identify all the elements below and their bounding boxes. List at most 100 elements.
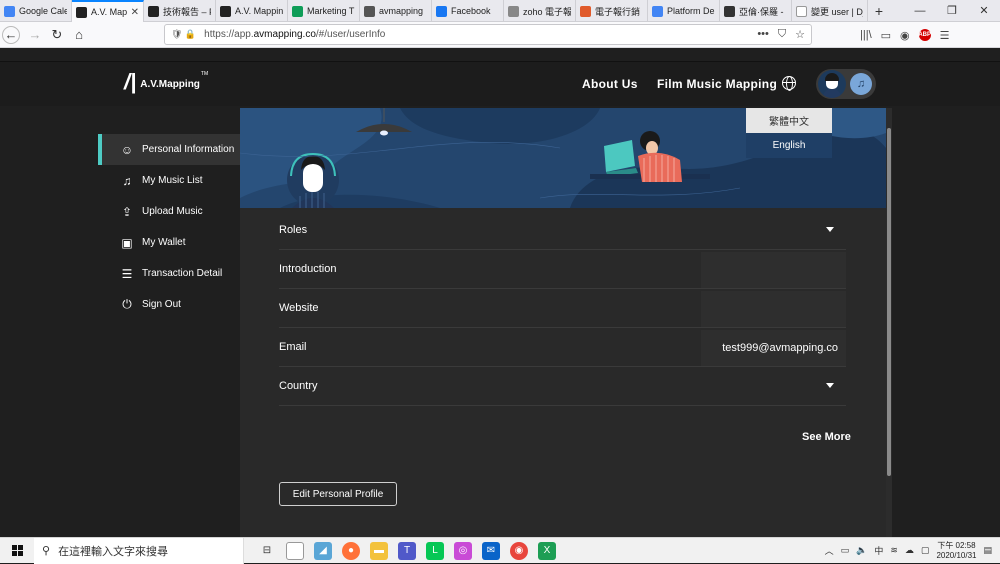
browser-tab[interactable]: 技術報告 – F xyxy=(144,0,216,22)
cloud-icon[interactable]: ☁ xyxy=(905,545,914,556)
user-menu-pill[interactable]: ♫ xyxy=(816,69,876,99)
chrome-icon[interactable]: ◉ xyxy=(510,541,528,560)
taskbar-search[interactable]: ⚲ 在這裡輸入文字來搜尋 xyxy=(34,537,244,564)
field-value-email[interactable]: test999@avmapping.co xyxy=(701,330,846,366)
field-label: Website xyxy=(279,302,319,314)
account-icon[interactable]: ◉ xyxy=(900,29,910,42)
list-icon: ☰ xyxy=(121,266,133,281)
pocket-icon[interactable]: ⛉ xyxy=(778,28,786,41)
adblock-icon[interactable]: ABP xyxy=(918,29,931,41)
bookmark-star-icon[interactable]: ☆ xyxy=(795,28,805,41)
url-text[interactable]: https://app.avmapping.co/#/user/userInfo xyxy=(204,29,385,40)
edit-profile-button[interactable]: Edit Personal Profile xyxy=(279,482,397,506)
chevron-up-icon[interactable]: ︿ xyxy=(825,544,834,557)
profile-row-country[interactable]: Country xyxy=(279,367,846,406)
minimize-icon[interactable]: — xyxy=(904,0,936,21)
browser-tab[interactable]: A.V. Mappin xyxy=(216,0,288,22)
site-logo[interactable]: /| A.V.Mapping TM xyxy=(124,71,208,93)
file-icon[interactable] xyxy=(286,541,304,560)
volume-icon[interactable]: 🔈 xyxy=(856,545,867,556)
close-tab-icon[interactable]: ✕ xyxy=(131,7,139,18)
address-bar[interactable]: 🛡 🔒 https://app.avmapping.co/#/user/user… xyxy=(164,24,812,45)
lang-option-traditional-chinese[interactable]: 繁體中文 xyxy=(746,108,832,133)
new-tab-button[interactable]: + xyxy=(868,0,890,21)
field-value-introduction[interactable] xyxy=(701,252,846,288)
caret-down-icon[interactable] xyxy=(826,383,834,388)
profile-row-introduction: Introduction xyxy=(279,250,846,289)
browser-tab[interactable]: avmapping xyxy=(360,0,432,22)
battery-icon[interactable]: ▭ xyxy=(841,545,850,556)
wifi-icon[interactable]: ≋ xyxy=(890,545,898,556)
sidebar-item-my-music-list[interactable]: ♫ My Music List xyxy=(98,165,240,196)
photos-icon[interactable]: ◎ xyxy=(454,541,472,560)
site-header: /| A.V.Mapping TM About Us Film Music Ma… xyxy=(0,62,1000,106)
sidebar-toggle-icon[interactable]: ▭ xyxy=(881,29,891,42)
home-icon[interactable]: ⌂ xyxy=(68,24,90,46)
sidebar-item-my-wallet[interactable]: ▣ My Wallet xyxy=(98,227,240,258)
ime-language[interactable]: 中 xyxy=(874,544,883,557)
sidebar-item-upload-music[interactable]: ⇪ Upload Music xyxy=(98,196,240,227)
reload-icon[interactable]: ↻ xyxy=(46,24,68,46)
tab-title: avmapping xyxy=(379,6,424,16)
sidebar-item-personal-information[interactable]: ☺ Personal Information xyxy=(98,134,240,165)
shield-lock-icon[interactable]: 🛡 🔒 xyxy=(171,29,196,40)
field-value-website[interactable] xyxy=(701,291,846,327)
menu-icon[interactable]: ☰ xyxy=(940,29,950,42)
caret-down-icon[interactable] xyxy=(826,227,834,232)
globe-icon[interactable] xyxy=(782,76,796,91)
browser-tab[interactable]: A.V. Map ✕ xyxy=(72,0,144,22)
sidebar: ☺ Personal Information ♫ My Music List ⇪ Uplo… xyxy=(98,134,240,320)
tab-favicon-icon xyxy=(508,5,519,17)
clock[interactable]: 下午 02:58 2020/10/31 xyxy=(936,541,976,561)
library-icon[interactable]: |||\ xyxy=(860,29,872,41)
field-label: Email xyxy=(279,341,307,353)
sidebar-item-label: My Wallet xyxy=(142,237,186,248)
firefox-icon[interactable]: ● xyxy=(342,541,360,560)
tab-favicon-icon xyxy=(4,5,15,17)
language-menu: 繁體中文 English xyxy=(746,108,832,158)
sidebar-item-label: My Music List xyxy=(142,175,203,186)
close-window-icon[interactable]: ✕ xyxy=(968,0,1000,21)
browser-tab[interactable]: Platform De xyxy=(648,0,720,22)
profile-panel: Roles Introduction Website Email test999@avm… xyxy=(240,108,886,537)
more-actions-icon[interactable]: ••• xyxy=(757,28,769,41)
line-icon[interactable]: L xyxy=(426,541,444,560)
music-note-icon[interactable]: ♫ xyxy=(850,73,872,95)
browser-tab[interactable]: 變更 user | Djang xyxy=(792,0,868,22)
forward-icon[interactable]: → xyxy=(24,24,46,46)
excel-icon[interactable]: X xyxy=(538,541,556,560)
browser-tab[interactable]: Facebook xyxy=(432,0,504,22)
windows-start-icon[interactable] xyxy=(0,538,34,564)
lang-option-english[interactable]: English xyxy=(746,133,832,158)
avatar[interactable] xyxy=(818,70,846,98)
file-explorer-icon[interactable]: ▬ xyxy=(370,541,388,560)
person-icon: ☺ xyxy=(120,142,134,157)
sidebar-item-label: Sign Out xyxy=(142,299,181,310)
browser-tab[interactable]: zoho 電子報 xyxy=(504,0,576,22)
mail-icon[interactable]: ✉ xyxy=(482,541,500,560)
tab-title: A.V. Map xyxy=(91,7,127,17)
restore-icon[interactable]: ❐ xyxy=(936,0,968,21)
browser-tab[interactable]: 亞倫·保羅 - xyxy=(720,0,792,22)
app-icon[interactable]: ◢ xyxy=(314,541,332,560)
search-icon: ⚲ xyxy=(42,545,51,557)
browser-tab[interactable]: Google Cale xyxy=(0,0,72,22)
nav-about-us[interactable]: About Us xyxy=(582,77,638,91)
teams-icon[interactable]: T xyxy=(398,541,416,560)
profile-row-roles[interactable]: Roles xyxy=(279,211,846,250)
action-center-icon[interactable]: ▤ xyxy=(983,545,992,556)
notification-icon[interactable]: ▢ xyxy=(921,545,930,556)
sidebar-item-label: Transaction Detail xyxy=(142,268,223,279)
task-view-icon[interactable]: ⊟ xyxy=(258,542,276,560)
sidebar-item-transaction-detail[interactable]: ☰ Transaction Detail xyxy=(98,258,240,289)
scrollbar-thumb[interactable] xyxy=(887,128,891,476)
browser-tab-bar: Google Cale A.V. Map ✕ 技術報告 – F A.V. Mappin M… xyxy=(0,0,1000,22)
tab-title: Marketing T xyxy=(307,6,355,16)
browser-tab[interactable]: Marketing T xyxy=(288,0,360,22)
browser-tab[interactable]: 電子報行銷 xyxy=(576,0,648,22)
see-more-link[interactable]: See More xyxy=(802,431,851,443)
back-icon[interactable]: ← xyxy=(2,25,20,44)
sidebar-item-sign-out[interactable]: ⏻ Sign Out xyxy=(98,289,240,320)
nav-film-music-mapping[interactable]: Film Music Mapping xyxy=(657,77,777,91)
field-label: Country xyxy=(279,380,318,392)
